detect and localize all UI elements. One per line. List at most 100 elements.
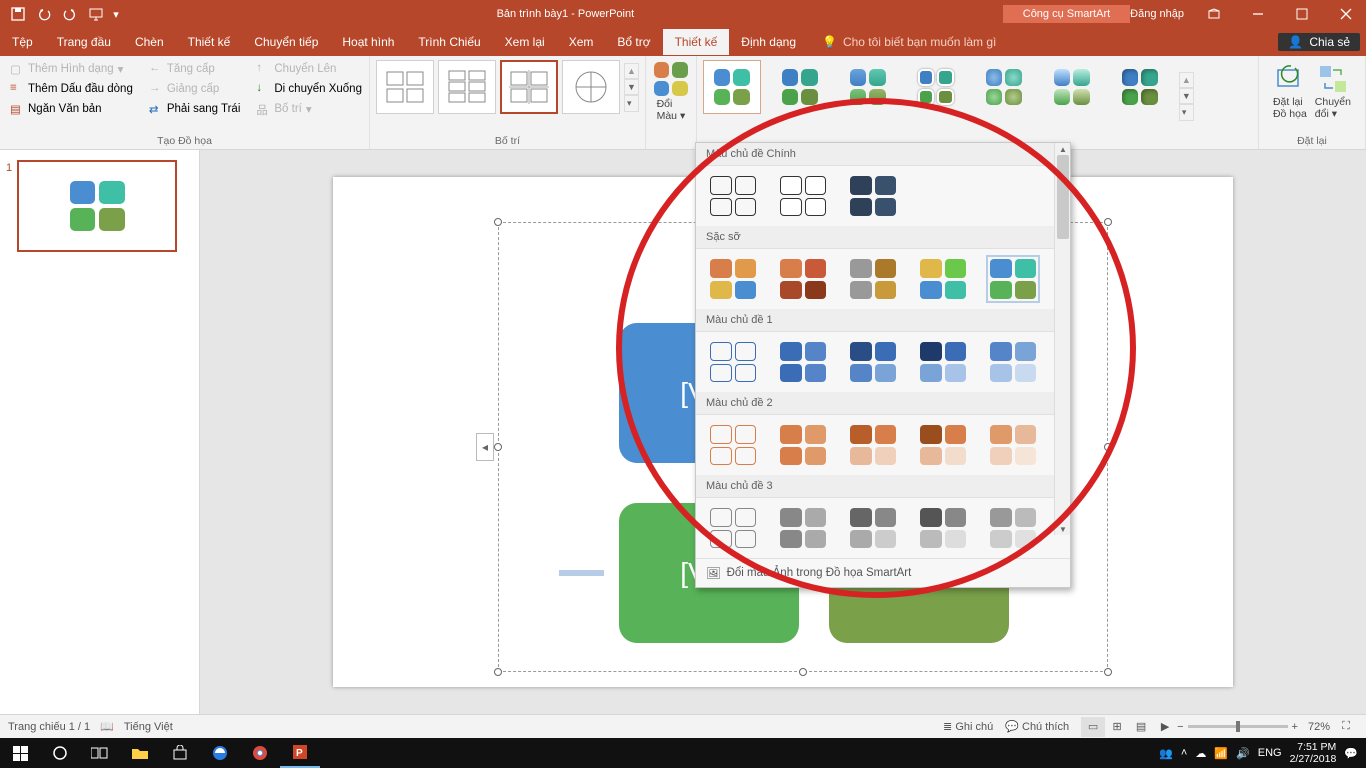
resize-handle[interactable]	[1104, 668, 1112, 676]
zoom-out-button[interactable]: −	[1177, 721, 1183, 733]
resize-handle[interactable]	[494, 668, 502, 676]
text-pane-button[interactable]: ▤Ngăn Văn bản	[6, 100, 137, 118]
reading-view-icon[interactable]: ▤	[1129, 717, 1153, 737]
normal-view-icon[interactable]: ▭	[1081, 717, 1105, 737]
redo-icon[interactable]	[58, 2, 82, 26]
minimize-button[interactable]	[1238, 0, 1278, 28]
styles-scroll-up[interactable]: ▲	[1179, 72, 1194, 88]
style-option-3[interactable]	[839, 60, 897, 114]
color-swatch[interactable]	[990, 342, 1036, 382]
color-swatch[interactable]	[920, 425, 966, 465]
zoom-in-button[interactable]: +	[1292, 721, 1298, 733]
color-swatch[interactable]	[780, 342, 826, 382]
color-swatch[interactable]	[850, 508, 896, 548]
menu-scrollbar[interactable]: ▲ ▼	[1054, 143, 1070, 535]
resize-handle[interactable]	[1104, 443, 1112, 451]
spellcheck-icon[interactable]: 📖	[100, 720, 114, 733]
color-swatch[interactable]	[710, 259, 756, 299]
resize-handle[interactable]	[494, 218, 502, 226]
tab-smartart-format[interactable]: Định dạng	[729, 29, 808, 55]
tab-transitions[interactable]: Chuyển tiếp	[242, 29, 330, 55]
style-option-1[interactable]	[703, 60, 761, 114]
color-swatch[interactable]	[780, 425, 826, 465]
slideshow-start-icon[interactable]	[84, 2, 108, 26]
style-option-7[interactable]	[1111, 60, 1169, 114]
color-swatch[interactable]	[850, 259, 896, 299]
layout-menu-button[interactable]: 品Bố trí ▾	[252, 100, 366, 118]
zoom-slider[interactable]	[1188, 725, 1288, 728]
color-swatch[interactable]	[780, 176, 826, 216]
add-shape-button[interactable]: ▢Thêm Hình dạng ▾	[6, 60, 137, 78]
color-swatch[interactable]	[850, 176, 896, 216]
maximize-button[interactable]	[1282, 0, 1322, 28]
notes-button[interactable]: ≣ Ghi chú	[943, 720, 993, 733]
tab-view[interactable]: Xem	[557, 29, 606, 55]
signin-label[interactable]: Đăng nhập	[1130, 8, 1184, 20]
fit-window-icon[interactable]: ⛶	[1334, 717, 1358, 737]
ribbon-options-icon[interactable]	[1194, 0, 1234, 28]
style-option-6[interactable]	[1043, 60, 1101, 114]
explorer-icon[interactable]	[120, 738, 160, 768]
comments-button[interactable]: 💬 Chú thích	[1005, 720, 1069, 733]
color-swatch-selected[interactable]	[990, 259, 1036, 299]
edge-icon[interactable]	[200, 738, 240, 768]
cortana-button[interactable]	[40, 738, 80, 768]
layout-option-4[interactable]	[562, 60, 620, 114]
undo-icon[interactable]	[32, 2, 56, 26]
color-swatch[interactable]	[710, 508, 756, 548]
layouts-scroll-down[interactable]: ▼	[624, 79, 639, 95]
slide-thumbnails-panel[interactable]: 1	[0, 150, 200, 714]
start-button[interactable]	[0, 738, 40, 768]
tab-addins[interactable]: Bổ trợ	[605, 29, 662, 55]
wifi-icon[interactable]: 📶	[1214, 747, 1228, 760]
volume-icon[interactable]: 🔊	[1236, 747, 1250, 760]
powerpoint-icon[interactable]: P	[280, 738, 320, 768]
add-bullet-button[interactable]: ≡Thêm Dấu đầu dòng	[6, 80, 137, 98]
layouts-more[interactable]: ▾	[624, 95, 639, 112]
color-swatch[interactable]	[920, 508, 966, 548]
layout-option-3-selected[interactable]	[500, 60, 558, 114]
tell-me-search[interactable]: 💡 Cho tôi biết bạn muốn làm gì	[822, 35, 996, 49]
scroll-down-icon[interactable]: ▼	[1055, 523, 1071, 535]
layouts-scroll-up[interactable]: ▲	[624, 63, 639, 79]
demote-button[interactable]: →Giảng cấp	[145, 80, 245, 98]
tab-review[interactable]: Xem lại	[493, 29, 557, 55]
slide-thumbnail-1[interactable]	[17, 160, 177, 252]
tab-animations[interactable]: Hoạt hình	[330, 29, 406, 55]
text-pane-toggle[interactable]: ◂	[476, 433, 494, 461]
share-button[interactable]: 👤 Chia sẻ	[1278, 33, 1360, 51]
qat-more-icon[interactable]: ▾	[110, 2, 122, 26]
color-swatch[interactable]	[920, 259, 966, 299]
recolor-pictures-button[interactable]: 🖼 Đổi màu Ảnh trong Đồ họa SmartArt	[696, 558, 1070, 587]
tab-file[interactable]: Tệp	[0, 29, 45, 55]
resize-handle[interactable]	[494, 443, 502, 451]
task-view-button[interactable]	[80, 738, 120, 768]
tab-smartart-design[interactable]: Thiết kế	[663, 29, 730, 55]
reset-graphic-button[interactable]: Đặt lạiĐồ họa	[1273, 64, 1307, 120]
style-option-4[interactable]	[907, 60, 965, 114]
color-swatch[interactable]	[710, 176, 756, 216]
promote-button[interactable]: ←Tăng cấp	[145, 60, 245, 78]
notifications-icon[interactable]: 💬	[1344, 747, 1358, 760]
style-option-5[interactable]	[975, 60, 1033, 114]
tray-overflow-icon[interactable]: ˄	[1181, 747, 1187, 759]
color-swatch[interactable]	[850, 425, 896, 465]
sorter-view-icon[interactable]: ⊞	[1105, 717, 1129, 737]
zoom-level[interactable]: 72%	[1308, 721, 1330, 733]
onedrive-icon[interactable]: ☁	[1195, 747, 1206, 760]
rtl-button[interactable]: ⇄Phải sang Trái	[145, 100, 245, 118]
tab-insert[interactable]: Chèn	[123, 29, 176, 55]
resize-handle[interactable]	[1104, 218, 1112, 226]
chrome-icon[interactable]	[240, 738, 280, 768]
slideshow-view-icon[interactable]: ▶	[1153, 717, 1177, 737]
close-button[interactable]	[1326, 0, 1366, 28]
tab-slideshow[interactable]: Trình Chiếu	[406, 29, 492, 55]
store-icon[interactable]	[160, 738, 200, 768]
clock[interactable]: 7:51 PM 2/27/2018	[1290, 741, 1337, 765]
layout-option-1[interactable]	[376, 60, 434, 114]
change-colors-button[interactable]: ĐổiMàu ▾	[648, 60, 694, 124]
tab-design[interactable]: Thiết kế	[176, 29, 243, 55]
styles-scroll-down[interactable]: ▼	[1179, 88, 1194, 104]
color-swatch[interactable]	[990, 508, 1036, 548]
ime-indicator[interactable]: ENG	[1258, 747, 1282, 759]
